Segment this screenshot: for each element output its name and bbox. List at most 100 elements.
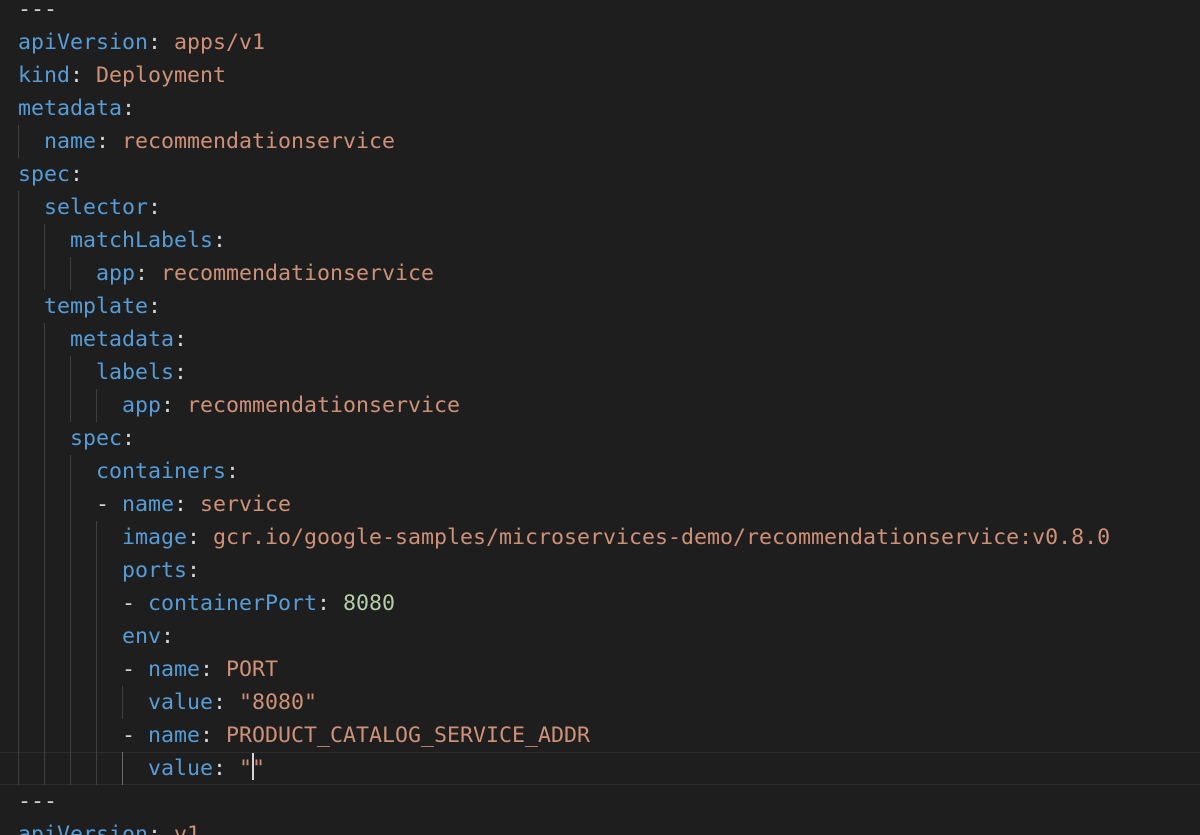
code-line[interactable]: - name: service <box>96 488 291 521</box>
code-line[interactable]: value: "8080" <box>148 686 317 719</box>
yaml-punctuation: : <box>122 426 136 451</box>
code-line[interactable]: ports: <box>122 554 200 587</box>
yaml-string: recommendationservice <box>161 261 435 286</box>
yaml-key: spec <box>70 426 123 451</box>
indent-guide <box>70 521 71 554</box>
indent-guide <box>18 455 19 488</box>
indent-guide <box>70 719 71 752</box>
indent-guide <box>44 257 45 290</box>
yaml-key: env <box>122 624 162 649</box>
indent-guide <box>96 521 97 554</box>
indent-guide <box>44 455 45 488</box>
indent-guide <box>70 554 71 587</box>
indent-guide <box>18 620 19 653</box>
code-line[interactable]: containers: <box>96 455 239 488</box>
yaml-string: apps/v1 <box>174 30 266 55</box>
yaml-key: containers <box>96 459 227 484</box>
yaml-string: PORT <box>226 657 279 682</box>
yaml-key: name <box>148 723 201 748</box>
indent-guide <box>44 719 45 752</box>
indent-guide <box>18 125 19 158</box>
yaml-key: ports <box>122 558 188 583</box>
yaml-punctuation: : <box>148 30 175 55</box>
indent-guide <box>44 356 45 389</box>
indent-guide <box>18 653 19 686</box>
code-line[interactable]: labels: <box>96 356 187 389</box>
yaml-punctuation: : <box>135 261 162 286</box>
indent-guide <box>96 587 97 620</box>
yaml-key: name <box>148 657 201 682</box>
yaml-punctuation: : <box>187 525 214 550</box>
code-line[interactable]: - name: PORT <box>122 653 278 686</box>
code-editor[interactable]: --- apiVersion: apps/v1 kind: Deployment me… <box>0 0 1200 835</box>
code-line[interactable]: --- <box>18 0 57 26</box>
yaml-string: " <box>239 756 253 781</box>
code-line[interactable]: metadata: <box>70 323 187 356</box>
yaml-punctuation: : <box>213 756 240 781</box>
code-line[interactable]: kind: Deployment <box>18 59 226 92</box>
indent-guide <box>122 752 123 785</box>
code-line[interactable]: name: recommendationservice <box>44 125 395 158</box>
indent-guide <box>70 257 71 290</box>
indent-guide <box>70 389 71 422</box>
indent-guide <box>18 554 19 587</box>
code-line[interactable]: metadata: <box>18 92 135 125</box>
yaml-punctuation: : <box>174 492 201 517</box>
yaml-string: recommendationservice <box>122 129 396 154</box>
yaml-string: "8080" <box>239 690 318 715</box>
yaml-punctuation: --- <box>18 0 58 22</box>
indent-guide <box>96 389 97 422</box>
indent-guide <box>18 290 19 323</box>
yaml-punctuation: : <box>200 723 227 748</box>
code-line[interactable]: - containerPort: 8080 <box>122 587 395 620</box>
code-line[interactable]: spec: <box>70 422 135 455</box>
yaml-punctuation: : <box>200 657 227 682</box>
yaml-key: name <box>122 492 175 517</box>
code-line[interactable]: image: gcr.io/google-samples/microservic… <box>122 521 1110 554</box>
indent-guide <box>96 719 97 752</box>
yaml-key: apiVersion <box>18 822 149 835</box>
code-line[interactable]: template: <box>44 290 161 323</box>
indent-guide <box>70 653 71 686</box>
yaml-punctuation: - <box>96 492 123 517</box>
yaml-punctuation: : <box>148 294 162 319</box>
indent-guide <box>18 191 19 224</box>
yaml-punctuation: : <box>70 162 84 187</box>
indent-guide <box>44 653 45 686</box>
yaml-punctuation: : <box>213 690 240 715</box>
code-line[interactable]: --- <box>18 785 57 818</box>
indent-guide <box>44 422 45 455</box>
code-line[interactable]: spec: <box>18 158 83 191</box>
indent-guide <box>44 488 45 521</box>
yaml-punctuation: : <box>148 822 175 835</box>
yaml-punctuation: --- <box>18 789 58 814</box>
yaml-key: template <box>44 294 149 319</box>
code-line[interactable]: apiVersion: v1 <box>18 818 200 835</box>
yaml-key: containerPort <box>148 591 318 616</box>
yaml-string: Deployment <box>96 63 227 88</box>
indent-guide <box>70 686 71 719</box>
code-line[interactable]: apiVersion: apps/v1 <box>18 26 265 59</box>
yaml-punctuation: - <box>122 723 149 748</box>
code-line[interactable]: selector: <box>44 191 161 224</box>
code-line[interactable]: app: recommendationservice <box>96 257 434 290</box>
indent-guide <box>44 323 45 356</box>
indent-guide <box>44 224 45 257</box>
indent-guide <box>44 554 45 587</box>
yaml-key: matchLabels <box>70 228 214 253</box>
code-line[interactable]: value: " " <box>148 752 265 785</box>
yaml-punctuation: : <box>122 96 136 121</box>
indent-guide <box>18 488 19 521</box>
code-line[interactable]: - name: PRODUCT_CATALOG_SERVICE_ADDR <box>122 719 590 752</box>
indent-guide <box>96 686 97 719</box>
yaml-key: name <box>44 129 97 154</box>
indent-guide <box>70 752 71 785</box>
yaml-key: kind <box>18 63 71 88</box>
yaml-key: metadata <box>70 327 175 352</box>
code-line[interactable]: app: recommendationservice <box>122 389 460 422</box>
code-line[interactable]: env: <box>122 620 174 653</box>
indent-guide <box>44 620 45 653</box>
indent-guide <box>18 752 19 785</box>
yaml-punctuation: - <box>122 657 149 682</box>
code-line[interactable]: matchLabels: <box>70 224 226 257</box>
